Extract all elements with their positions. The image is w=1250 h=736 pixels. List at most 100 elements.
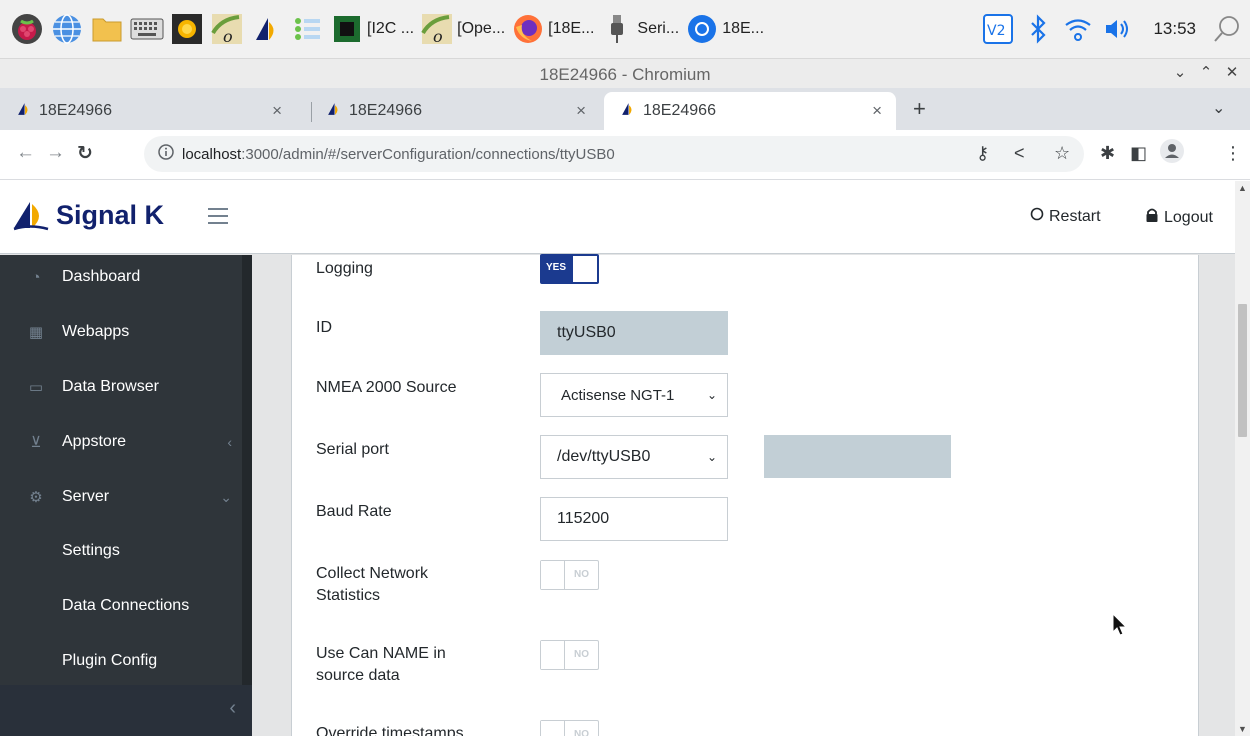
key-icon[interactable]: ⚷: [976, 143, 989, 164]
chevron-left-icon: ‹: [229, 697, 236, 719]
baud-rate-value: 115200: [557, 510, 610, 527]
browser-toolbar: ← → ↻ localhost:3000/admin/#/serverConfi…: [0, 130, 1250, 180]
nmea-source-select[interactable]: Actisense NGT-1 ⌄: [540, 373, 728, 417]
page-viewport: Signal K Restart Logout ◔ Dashboard ▦ We…: [0, 181, 1250, 736]
toggle-knob: [573, 256, 597, 282]
url-path: :3000/admin/#/serverConfiguration/connec…: [241, 145, 615, 163]
scroll-up-icon[interactable]: ▲: [1238, 183, 1247, 193]
share-icon[interactable]: <: [1014, 143, 1025, 164]
scroll-down-icon[interactable]: ▼: [1238, 724, 1247, 734]
sidebar-subitem-settings[interactable]: Settings: [62, 542, 120, 560]
tab-strip: 18E24966 × 18E24966 × 18E24966 × + ⌄: [0, 88, 1250, 130]
svg-text:V2: V2: [987, 23, 1005, 39]
forward-button[interactable]: →: [46, 142, 65, 164]
serial-port-select[interactable]: /dev/ttyUSB0 ⌄: [540, 435, 728, 479]
sidebar-item-label: Server: [62, 488, 110, 505]
logging-toggle[interactable]: YES: [540, 254, 599, 284]
label-line: source data: [316, 667, 400, 684]
task-label: [18E...: [548, 20, 595, 37]
can-name-toggle[interactable]: NO: [540, 640, 599, 670]
settings-icon: ⚙: [29, 489, 43, 506]
close-tab-icon[interactable]: ×: [576, 101, 586, 121]
nmea-source-label: NMEA 2000 Source: [316, 379, 457, 396]
globe-icon[interactable]: [50, 12, 84, 46]
address-bar[interactable]: localhost:3000/admin/#/serverConfigurati…: [144, 136, 1084, 172]
close-window-icon[interactable]: ✕: [1222, 63, 1242, 81]
taskbar-task[interactable]: o [Ope...: [420, 9, 505, 49]
firefox-icon: [511, 12, 545, 46]
chevron-down-icon: ⌄: [706, 450, 717, 464]
toggle-knob: [541, 721, 565, 736]
menu-kebab-icon[interactable]: ⋮: [1224, 143, 1242, 164]
baud-rate-input[interactable]: 115200: [540, 497, 728, 541]
raspberry-menu-icon[interactable]: [10, 12, 44, 46]
chevron-down-icon: ⌄: [220, 488, 232, 505]
system-tray: V2 13:53: [981, 0, 1250, 58]
taskbar-task[interactable]: [I2C ...: [330, 9, 414, 49]
serial-port-value: /dev/ttyUSB0: [557, 448, 651, 465]
bookmark-star-icon[interactable]: ☆: [1054, 143, 1070, 164]
sidebar-item-label: Data Browser: [62, 378, 159, 395]
browser-tab-active[interactable]: 18E24966 ×: [604, 92, 896, 130]
toggle-state-label: YES: [546, 262, 567, 273]
sidebar-item-webapps[interactable]: ▦ Webapps: [0, 312, 242, 352]
reload-button[interactable]: ↻: [77, 142, 93, 165]
task-label: [I2C ...: [367, 20, 415, 37]
search-icon[interactable]: [1210, 12, 1244, 46]
tab-title: 18E24966: [349, 102, 422, 119]
sidebar-item-label: Appstore: [62, 433, 127, 450]
logout-label: Logout: [1164, 208, 1213, 226]
new-tab-button[interactable]: +: [913, 96, 926, 122]
vnc-icon[interactable]: V2: [981, 12, 1015, 46]
bluetooth-icon[interactable]: [1021, 12, 1055, 46]
browser-tab[interactable]: 18E24966 ×: [310, 92, 600, 130]
sidebar-subitem-data-connections[interactable]: Data Connections: [62, 597, 189, 615]
taskbar-task[interactable]: Seri...: [600, 9, 679, 49]
lock-icon: [1145, 207, 1159, 228]
sidebar-minimizer[interactable]: ‹: [0, 685, 252, 736]
id-value: ttyUSB0: [557, 324, 616, 341]
override-timestamps-toggle[interactable]: NO: [540, 720, 599, 736]
info-icon[interactable]: [158, 144, 174, 164]
taskbar-task[interactable]: [18E...: [511, 9, 594, 49]
page-scrollbar[interactable]: ▲ ▼: [1235, 181, 1250, 736]
browser-tab[interactable]: 18E24966 ×: [0, 92, 296, 130]
sidebar-item-dashboard[interactable]: ◔ Dashboard: [0, 257, 242, 297]
profile-avatar[interactable]: [1160, 139, 1184, 168]
sun-icon[interactable]: [170, 12, 204, 46]
id-field[interactable]: ttyUSB0: [540, 311, 728, 355]
restart-button[interactable]: Restart: [1030, 207, 1101, 226]
signalk-logo-icon[interactable]: [250, 12, 284, 46]
extensions-icon[interactable]: ✱: [1100, 143, 1115, 164]
sidebar-toggle-icon[interactable]: [208, 203, 228, 229]
label-line: Collect Network: [316, 565, 429, 582]
back-button[interactable]: ←: [16, 142, 35, 164]
sidebar-item-appstore[interactable]: ⊻ Appstore ‹: [0, 422, 242, 462]
minimize-icon[interactable]: ⌄: [1170, 63, 1190, 81]
toggle-knob: [541, 641, 565, 669]
keyboard-icon[interactable]: [130, 12, 164, 46]
maximize-icon[interactable]: ⌃: [1196, 63, 1216, 81]
tab-title: 18E24966: [643, 102, 716, 119]
nmea-source-value: Actisense NGT-1: [561, 386, 675, 404]
scrollbar-thumb[interactable]: [1238, 304, 1247, 437]
opencpn-icon[interactable]: o: [210, 12, 244, 46]
task-list-icon[interactable]: [290, 12, 324, 46]
close-tab-icon[interactable]: ×: [872, 101, 882, 121]
tab-search-icon[interactable]: ⌄: [1212, 98, 1225, 118]
sidebar-subitem-plugin-config[interactable]: Plugin Config: [62, 652, 157, 670]
side-panel-icon[interactable]: ◧: [1130, 143, 1147, 164]
sidebar-scrollbar[interactable]: [242, 255, 252, 685]
task-label: Seri...: [637, 20, 680, 37]
logout-button[interactable]: Logout: [1145, 207, 1213, 228]
wifi-icon[interactable]: [1061, 12, 1095, 46]
baud-rate-label: Baud Rate: [316, 503, 392, 520]
taskbar-task[interactable]: 18E...: [685, 9, 764, 49]
folder-icon[interactable]: [90, 12, 124, 46]
close-tab-icon[interactable]: ×: [272, 101, 282, 121]
volume-icon[interactable]: [1101, 12, 1135, 46]
sidebar-item-server[interactable]: ⚙ Server ⌄: [0, 477, 242, 517]
sidebar-item-data-browser[interactable]: ▭ Data Browser: [0, 367, 242, 407]
collect-stats-toggle[interactable]: NO: [540, 560, 599, 590]
brand-logo[interactable]: Signal K: [12, 198, 164, 232]
